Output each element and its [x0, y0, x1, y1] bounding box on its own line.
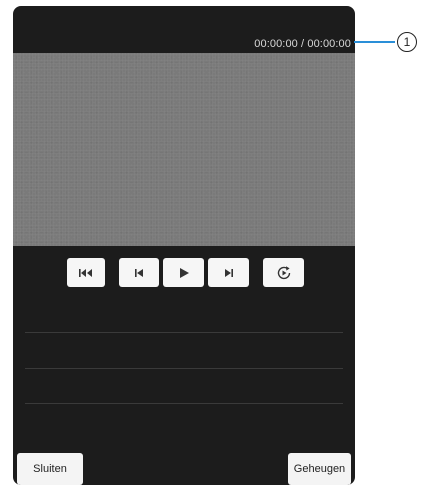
previous-button[interactable] [119, 258, 159, 287]
previous-icon [133, 268, 145, 278]
skip-to-start-icon [78, 268, 94, 278]
skip-to-start-button[interactable] [67, 258, 105, 287]
list-divider [25, 332, 343, 333]
callout-line [354, 41, 395, 43]
callout-number: 1 [397, 32, 417, 52]
time-readout: 00:00:00 / 00:00:00 [254, 38, 351, 50]
repeat-button[interactable] [263, 258, 304, 287]
play-icon [178, 267, 190, 279]
list-divider [25, 368, 343, 369]
close-button[interactable]: Sluiten [17, 453, 83, 485]
next-icon [223, 268, 235, 278]
stage: 00:00:00 / 00:00:00 Sluiten Geheugen 1 [0, 0, 427, 489]
list-divider [25, 403, 343, 404]
memory-button[interactable]: Geheugen [288, 453, 351, 485]
player-panel: 00:00:00 / 00:00:00 Sluiten Geheugen [13, 6, 355, 485]
repeat-icon [275, 264, 293, 282]
next-button[interactable] [208, 258, 249, 287]
video-display [13, 53, 355, 246]
play-button[interactable] [163, 258, 204, 287]
